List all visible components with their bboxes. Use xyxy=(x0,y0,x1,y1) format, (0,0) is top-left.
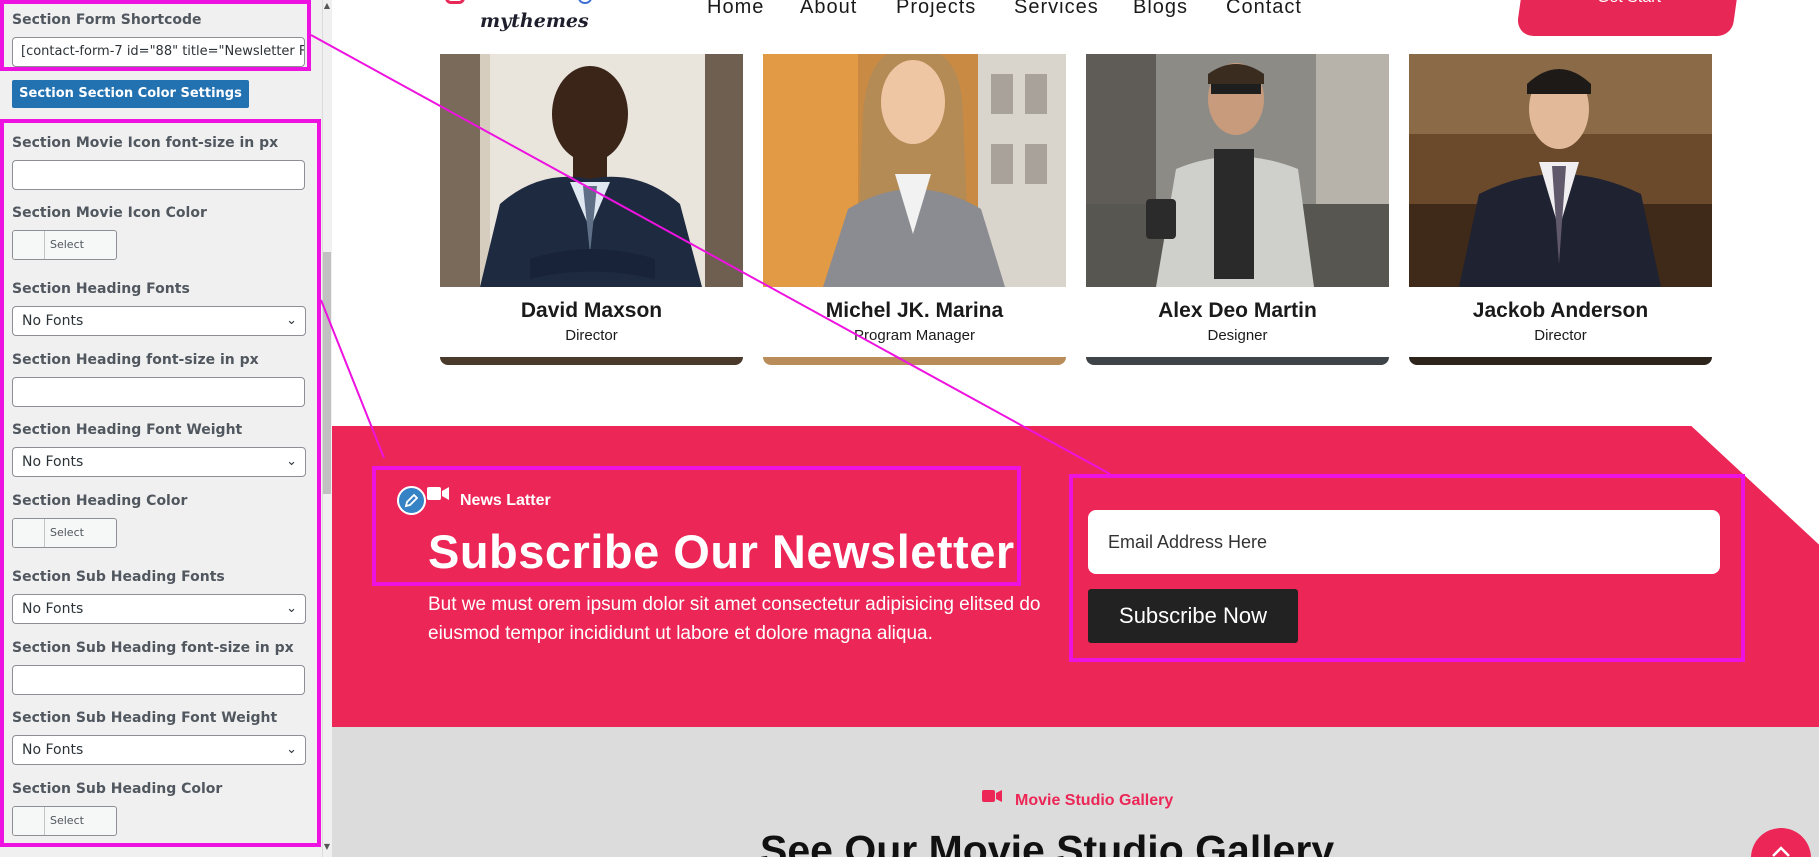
team-name: David Maxson xyxy=(520,299,663,322)
gallery-heading: See Our Movie Studio Gallery xyxy=(760,827,1335,857)
sidebar-scrollbar-thumb[interactable] xyxy=(323,252,331,494)
nav-blogs[interactable]: Blogs xyxy=(1133,0,1188,19)
team-role: Director xyxy=(565,327,618,344)
nav-contact[interactable]: Contact xyxy=(1226,0,1302,19)
team-role: Program Manager xyxy=(854,327,975,344)
team-role: Director xyxy=(1534,327,1587,344)
logo-icon xyxy=(445,0,465,4)
scroll-down-arrow-icon[interactable]: ▼ xyxy=(322,842,332,851)
section-color-settings-button[interactable]: Section Section Color Settings xyxy=(12,80,249,108)
nav-services[interactable]: Services xyxy=(1014,0,1099,19)
team-info: Jackob Anderson Director xyxy=(1409,287,1712,357)
get-start-label: Get Start xyxy=(1597,0,1661,8)
annotation-box-settings xyxy=(0,119,321,847)
team-photo xyxy=(1409,54,1712,287)
card-bottom-strip xyxy=(1409,357,1712,365)
team-role: Designer xyxy=(1207,327,1268,344)
newsletter-description: But we must orem ipsum dolor sit amet co… xyxy=(428,594,1041,644)
nav-home[interactable]: Home xyxy=(707,0,764,19)
card-bottom-strip xyxy=(763,357,1066,365)
newsletter-section: News Latter Subscribe Our Newsletter But… xyxy=(332,426,1819,727)
team-card[interactable]: David Maxson Director xyxy=(440,54,743,365)
annotation-box-shortcode xyxy=(0,0,311,71)
get-start-button[interactable]: Get Start xyxy=(1515,0,1739,36)
annotation-box-heading xyxy=(372,466,1021,586)
team-card[interactable]: Alex Deo Martin Designer xyxy=(1086,54,1389,365)
team-photo xyxy=(1086,54,1389,287)
logo-accent-icon xyxy=(578,0,592,4)
team-info: David Maxson Director xyxy=(440,287,743,357)
card-bottom-strip xyxy=(1086,357,1389,365)
team-name: Alex Deo Martin xyxy=(1158,299,1317,322)
customizer-screen: Section Form Shortcode [contact-form-7 i… xyxy=(0,0,1819,857)
team-photo xyxy=(440,54,743,287)
customizer-sidebar: Section Form Shortcode [contact-form-7 i… xyxy=(0,0,332,857)
team-info: Michel JK. Marina Program Manager xyxy=(763,287,1066,357)
team-card[interactable]: Michel JK. Marina Program Manager xyxy=(763,54,1066,365)
team-photo xyxy=(763,54,1066,287)
team-name: Jackob Anderson xyxy=(1472,299,1649,322)
site-logo[interactable]: mythemes xyxy=(480,10,589,32)
team-info: Alex Deo Martin Designer xyxy=(1086,287,1389,357)
annotation-box-form xyxy=(1069,474,1745,662)
team-name: Michel JK. Marina xyxy=(825,299,1004,322)
gallery-tag: Movie Studio Gallery xyxy=(1015,792,1174,809)
site-preview: mythemes Home About Projects Services Bl… xyxy=(332,0,1819,857)
movie-camera-icon xyxy=(982,790,1002,802)
card-bottom-strip xyxy=(440,357,743,365)
scroll-to-top-button[interactable] xyxy=(1751,828,1811,857)
gallery-section: Movie Studio Gallery See Our Movie Studi… xyxy=(332,727,1819,857)
nav-projects[interactable]: Projects xyxy=(896,0,976,19)
nav-about[interactable]: About xyxy=(800,0,857,19)
arrow-up-icon xyxy=(1772,846,1790,857)
team-card[interactable]: Jackob Anderson Director xyxy=(1409,54,1712,365)
scroll-up-arrow-icon[interactable]: ▲ xyxy=(322,1,332,10)
